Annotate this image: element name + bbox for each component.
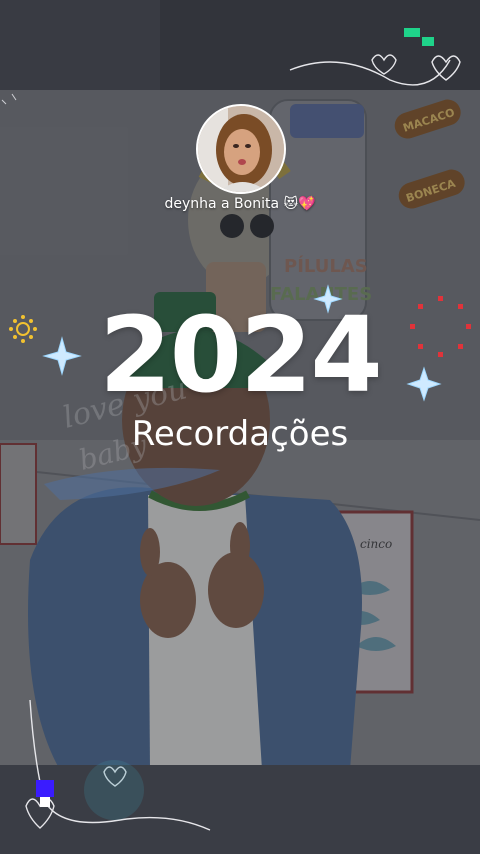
profile-username[interactable]: deynha a Bonita 😻💖: [0, 196, 480, 212]
pixel-block-blue-icon: [36, 780, 54, 797]
year-title: 2024: [99, 294, 382, 416]
profile-avatar[interactable]: [196, 104, 286, 194]
story-viewer: PÍLULAS FALANTES MACACO BONECA 5 cinco: [0, 0, 480, 854]
memories-subtitle: Recordações: [131, 414, 349, 454]
avatar-photo: [198, 106, 284, 192]
heart-outline-icon: [371, 54, 397, 75]
pixel-block-icon: [404, 28, 420, 37]
